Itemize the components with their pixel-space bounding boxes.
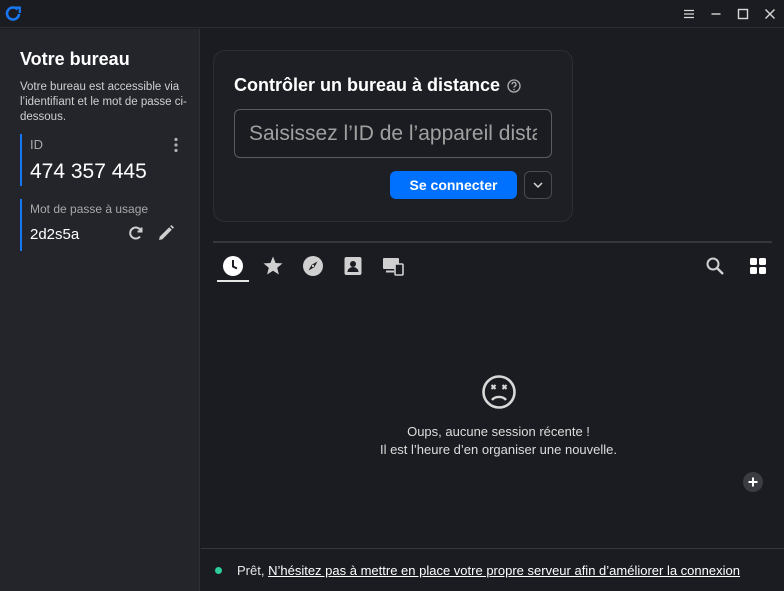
sidebar: Votre bureau Votre bureau est accessible… [0, 29, 200, 591]
id-label: ID [30, 137, 43, 152]
close-icon[interactable] [762, 6, 778, 22]
compass-icon [303, 256, 323, 276]
more-options-icon[interactable] [172, 137, 180, 153]
card-title: Contrôler un bureau à distance [234, 75, 501, 95]
server-setup-link[interactable]: N’hésitez pas à mettre en place votre pr… [268, 563, 740, 578]
status-bar: Prêt, N’hésitez pas à mettre en place vo… [201, 548, 784, 591]
tab-devices[interactable] [382, 255, 404, 277]
tab-address-book[interactable] [342, 255, 364, 277]
sad-face-icon [482, 375, 516, 409]
status-indicator [215, 567, 222, 574]
status-text: Prêt, N’hésitez pas à mettre en place vo… [237, 563, 740, 578]
star-icon [263, 256, 283, 275]
tab-recent[interactable] [222, 255, 244, 277]
remote-control-card: Contrôler un bureau à distance Se connec… [213, 50, 573, 222]
sidebar-description: Votre bureau est accessible via l’identi… [20, 81, 187, 123]
active-tab-indicator [217, 280, 249, 282]
tab-favorites[interactable] [262, 255, 284, 277]
help-icon[interactable] [507, 79, 521, 93]
search-icon[interactable] [705, 256, 725, 276]
chevron-down-icon [533, 182, 543, 189]
rustdesk-logo-icon [5, 6, 21, 21]
password-label: Mot de passe à usage [30, 202, 149, 216]
empty-state-subtitle: Il est l’heure d’en organiser une nouvel… [379, 442, 618, 457]
minimize-icon[interactable] [708, 6, 724, 22]
grid-view-icon[interactable] [748, 256, 768, 276]
id-value: 474 357 445 [30, 160, 147, 183]
connect-button[interactable]: Se connecter [390, 171, 517, 199]
menu-icon[interactable] [681, 6, 697, 22]
password-block: Mot de passe à usage 2d2s5a [20, 199, 190, 251]
divider [213, 241, 772, 243]
maximize-icon[interactable] [735, 6, 751, 22]
edit-icon[interactable] [156, 223, 176, 243]
sidebar-title: Votre bureau [20, 49, 130, 69]
title-bar [0, 0, 784, 28]
contact-icon [344, 257, 362, 275]
remote-id-input[interactable] [234, 109, 552, 158]
devices-icon [383, 258, 404, 276]
plus-icon [748, 477, 758, 487]
add-button[interactable] [743, 472, 763, 492]
password-value: 2d2s5a [30, 226, 80, 243]
refresh-icon[interactable] [126, 223, 146, 243]
status-label: Prêt, [237, 563, 265, 578]
clock-icon [223, 256, 243, 276]
connect-options-button[interactable] [524, 171, 552, 199]
id-block: ID 474 357 445 [20, 134, 190, 186]
tab-discovered[interactable] [302, 255, 324, 277]
empty-state-title: Oups, aucune session récente ! [407, 424, 590, 439]
